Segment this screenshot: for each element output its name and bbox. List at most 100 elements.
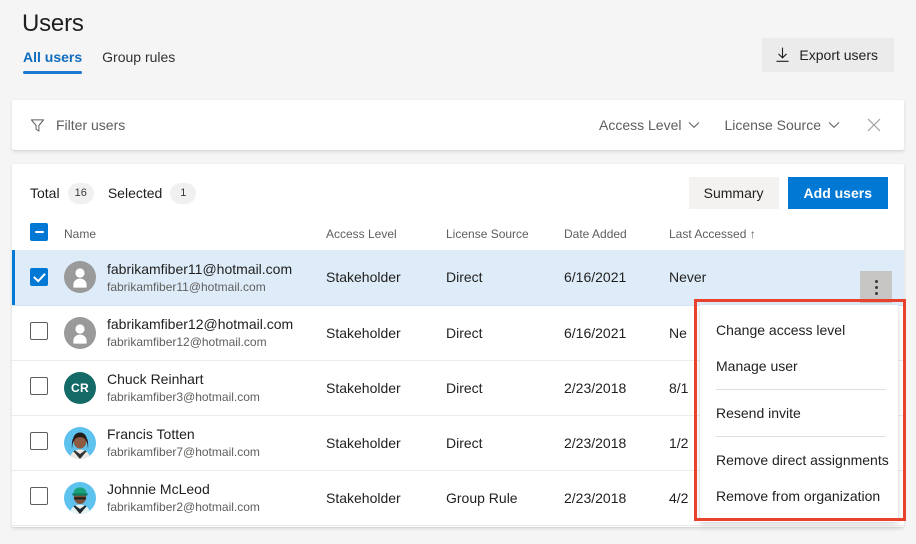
row-display-name: fabrikamfiber11@hotmail.com <box>107 260 292 278</box>
menu-item-remove-direct-assignments[interactable]: Remove direct assignments <box>700 442 898 478</box>
close-icon <box>866 117 882 133</box>
chevron-down-icon <box>828 121 840 129</box>
filter-controls: Access Level License Source <box>587 109 890 141</box>
total-label: Total <box>30 185 60 201</box>
filter-bar: Filter users Access Level License Source <box>12 100 904 150</box>
kebab-dot-icon <box>875 280 878 283</box>
row-select-cell <box>12 250 64 305</box>
row-date-added: 2/23/2018 <box>564 415 669 470</box>
row-email: fabrikamfiber2@hotmail.com <box>107 499 260 515</box>
row-license-source: Group Rule <box>446 470 564 525</box>
row-display-name: Johnnie McLeod <box>107 480 260 498</box>
menu-item-resend-invite[interactable]: Resend invite <box>700 395 898 431</box>
row-select-cell <box>12 360 64 415</box>
row-checkbox[interactable] <box>30 487 48 505</box>
selected-count: Selected 1 <box>108 183 196 204</box>
row-date-added: 2/23/2018 <box>564 360 669 415</box>
column-header-last-accessed-label: Last Accessed <box>669 227 746 241</box>
page-title: Users <box>22 8 916 40</box>
row-license-source: Direct <box>446 360 564 415</box>
row-name-cell: Francis Tottenfabrikamfiber7@hotmail.com <box>64 415 326 470</box>
menu-item-remove-from-organization[interactable]: Remove from organization <box>700 478 898 514</box>
chevron-down-icon <box>688 121 700 129</box>
kebab-dot-icon <box>875 292 878 295</box>
filter-icon <box>30 118 45 133</box>
add-users-button[interactable]: Add users <box>788 177 888 209</box>
select-all-cell <box>12 222 64 250</box>
select-all-checkbox[interactable] <box>30 223 48 241</box>
clear-filters-button[interactable] <box>858 109 890 141</box>
access-level-dropdown-label: Access Level <box>599 117 681 133</box>
row-name-cell: fabrikamfiber11@hotmail.comfabrikamfiber… <box>64 250 326 305</box>
counts-group: Total 16 Selected 1 <box>30 183 689 204</box>
row-checkbox[interactable] <box>30 322 48 340</box>
row-license-source: Direct <box>446 415 564 470</box>
row-email: fabrikamfiber12@hotmail.com <box>107 334 293 350</box>
row-more-actions-button[interactable] <box>860 271 892 303</box>
row-access-level: Stakeholder <box>326 470 446 525</box>
person-icon <box>64 317 96 349</box>
kebab-dot-icon <box>875 286 878 289</box>
row-license-source: Direct <box>446 305 564 360</box>
row-checkbox[interactable] <box>30 432 48 450</box>
filter-input-group[interactable]: Filter users <box>30 117 587 133</box>
row-email: fabrikamfiber3@hotmail.com <box>107 389 260 405</box>
list-toolbar: Total 16 Selected 1 Summary Add users <box>12 164 904 222</box>
row-access-level: Stakeholder <box>326 250 446 305</box>
person-photo-icon <box>64 482 96 514</box>
tab-group-rules[interactable]: Group rules <box>102 49 175 74</box>
sort-ascending-icon: ↑ <box>750 227 756 241</box>
license-source-dropdown-label: License Source <box>724 117 821 133</box>
column-header-date-added[interactable]: Date Added <box>564 222 669 250</box>
access-level-dropdown[interactable]: Access Level <box>587 111 712 139</box>
column-header-license-source[interactable]: License Source <box>446 222 564 250</box>
row-display-name: Francis Totten <box>107 425 260 443</box>
avatar: CR <box>64 372 96 404</box>
row-name-cell: CR Chuck Reinhartfabrikamfiber3@hotmail.c… <box>64 360 326 415</box>
row-email: fabrikamfiber7@hotmail.com <box>107 444 260 460</box>
row-license-source: Direct <box>446 250 564 305</box>
users-table-header-row: Name Access Level License Source Date Ad… <box>12 222 904 250</box>
row-context-menu[interactable]: Change access levelManage user Resend inv… <box>700 305 898 522</box>
row-name-cell: Johnnie McLeodfabrikamfiber2@hotmail.com <box>64 470 326 525</box>
filter-users-input[interactable]: Filter users <box>56 117 125 133</box>
avatar <box>64 261 96 293</box>
avatar <box>64 482 96 514</box>
row-display-name: fabrikamfiber12@hotmail.com <box>107 315 293 333</box>
row-display-name: Chuck Reinhart <box>107 370 260 388</box>
column-header-access-level[interactable]: Access Level <box>326 222 446 250</box>
row-date-added: 6/16/2021 <box>564 250 669 305</box>
download-icon <box>775 47 790 63</box>
row-checkbox[interactable] <box>30 268 48 286</box>
summary-button[interactable]: Summary <box>689 177 779 209</box>
row-access-level: Stakeholder <box>326 360 446 415</box>
tab-all-users[interactable]: All users <box>23 49 82 74</box>
selected-label: Selected <box>108 185 162 201</box>
row-checkbox[interactable] <box>30 377 48 395</box>
avatar <box>64 427 96 459</box>
menu-item-manage-user[interactable]: Manage user <box>700 348 898 384</box>
license-source-dropdown[interactable]: License Source <box>712 111 852 139</box>
table-row[interactable]: fabrikamfiber11@hotmail.comfabrikamfiber… <box>12 250 904 305</box>
users-table-head: Name Access Level License Source Date Ad… <box>12 222 904 250</box>
column-header-last-accessed[interactable]: Last Accessed ↑ <box>669 222 904 250</box>
tab-group-rules-label: Group rules <box>102 49 175 65</box>
row-access-level: Stakeholder <box>326 415 446 470</box>
selected-value: 1 <box>170 183 196 204</box>
menu-divider <box>716 389 886 390</box>
total-value: 16 <box>68 183 94 204</box>
total-count: Total 16 <box>30 183 94 204</box>
row-name-cell: fabrikamfiber12@hotmail.comfabrikamfiber… <box>64 305 326 360</box>
toolbar-actions: Summary Add users <box>689 177 888 209</box>
tab-all-users-label: All users <box>23 49 82 65</box>
row-select-cell <box>12 415 64 470</box>
export-users-label: Export users <box>799 47 878 63</box>
avatar <box>64 317 96 349</box>
row-access-level: Stakeholder <box>326 305 446 360</box>
person-icon <box>64 261 96 293</box>
export-users-button[interactable]: Export users <box>762 38 894 72</box>
row-select-cell <box>12 305 64 360</box>
menu-item-change-access-level[interactable]: Change access level <box>700 312 898 348</box>
column-header-name[interactable]: Name <box>64 222 326 250</box>
row-date-added: 6/16/2021 <box>564 305 669 360</box>
